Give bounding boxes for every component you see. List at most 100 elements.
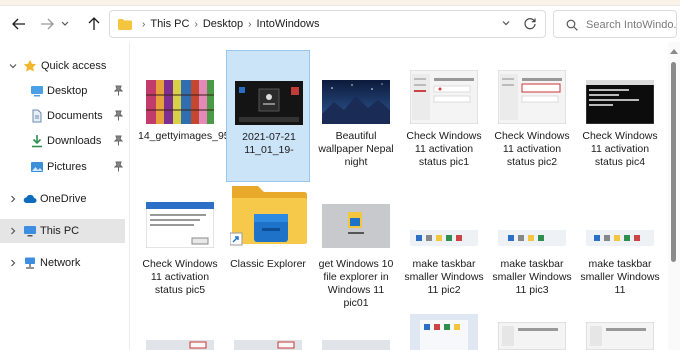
chevron-right-icon[interactable] xyxy=(8,194,18,204)
file-item[interactable]: Check Windows 11 activation status pic5 xyxy=(138,182,222,314)
file-name: Check Windows 11 activation status pic5 xyxy=(142,258,218,296)
sidebar-item-documents[interactable]: Documents xyxy=(0,104,125,128)
arrow-right-icon xyxy=(41,18,54,30)
file-name: make taskbar smaller Windows 11 xyxy=(580,258,660,296)
file-item[interactable]: get Windows 10 file explorer in Windows … xyxy=(314,182,398,314)
image-thumbnail xyxy=(586,80,654,124)
chevron-right-icon[interactable] xyxy=(8,226,18,236)
file-name: make taskbar smaller Windows 11 pic3 xyxy=(492,258,572,296)
breadcrumb: › This PC › Desktop › IntoWindows xyxy=(137,18,320,30)
file-item[interactable]: make taskbar smaller Windows 11 pic3 xyxy=(490,182,574,314)
sidebar-item-label: Downloads xyxy=(47,135,102,147)
address-dropdown-icon[interactable] xyxy=(501,18,511,28)
forward-button[interactable] xyxy=(36,14,58,34)
file-name: Classic Explorer xyxy=(230,258,306,270)
image-thumbnail xyxy=(146,80,214,124)
back-button[interactable] xyxy=(8,14,30,34)
sidebar-item-onedrive[interactable]: OneDrive xyxy=(0,187,125,211)
desktop-icon xyxy=(31,86,43,97)
image-thumbnail xyxy=(586,230,654,246)
sidebar-item-this-pc[interactable]: This PC xyxy=(0,219,125,243)
cloud-icon xyxy=(23,194,37,204)
file-grid: 14_gettyimages_950027050_resized 2021-07… xyxy=(130,42,668,350)
shortcut-folder-icon xyxy=(229,182,308,248)
up-button[interactable] xyxy=(83,14,105,34)
file-name: make taskbar smaller Windows 11 pic2 xyxy=(404,258,484,296)
file-item[interactable]: make taskbar smaller Windows 11 pic2 xyxy=(402,182,486,314)
file-item[interactable]: Check Windows 11 activation status pic4 xyxy=(578,50,662,182)
sidebar-item-network[interactable]: Network xyxy=(0,251,125,275)
file-item[interactable]: Check Windows 11 activation status pic2 xyxy=(490,50,574,182)
folder-icon xyxy=(118,19,132,30)
breadcrumb-item-this-pc[interactable]: This PC xyxy=(150,18,189,30)
image-thumbnail xyxy=(586,322,654,350)
arrow-left-icon xyxy=(12,18,25,30)
arrow-up-icon xyxy=(88,17,100,30)
image-thumbnail xyxy=(235,81,303,125)
file-item[interactable] xyxy=(578,316,662,350)
image-thumbnail xyxy=(146,202,214,248)
pin-icon[interactable] xyxy=(114,110,123,121)
image-thumbnail xyxy=(234,340,302,350)
sidebar-item-label: Quick access xyxy=(41,60,107,72)
vertical-scrollbar[interactable] xyxy=(668,42,680,350)
star-icon xyxy=(23,59,37,72)
search-box[interactable]: Search IntoWindo... xyxy=(553,10,677,38)
file-item[interactable] xyxy=(226,316,310,350)
chevron-down-icon xyxy=(61,21,69,26)
network-icon xyxy=(25,257,35,269)
image-thumbnail xyxy=(146,340,214,350)
image-thumbnail xyxy=(322,80,390,124)
file-item[interactable] xyxy=(490,316,574,350)
file-name: Check Windows 11 activation status pic4 xyxy=(582,130,658,168)
document-icon xyxy=(32,109,42,123)
sidebar-item-quick-access[interactable]: Quick access xyxy=(0,54,125,78)
chevron-right-icon: › xyxy=(248,18,252,30)
image-thumbnail xyxy=(410,70,478,124)
breadcrumb-item-intowindows[interactable]: IntoWindows xyxy=(257,18,320,30)
scroll-up-arrow-icon[interactable] xyxy=(670,48,678,54)
file-item[interactable]: make taskbar smaller Windows 11 xyxy=(578,182,662,314)
image-thumbnail xyxy=(410,314,478,350)
file-name: Beautiful wallpaper Nepal night xyxy=(318,130,394,168)
sidebar-item-label: Documents xyxy=(47,110,103,122)
file-item[interactable]: Beautiful wallpaper Nepal night xyxy=(314,50,398,182)
file-name: 14_gettyimages_950027050_resized xyxy=(138,130,311,142)
file-item[interactable] xyxy=(138,316,222,350)
file-item[interactable]: Check Windows 11 activation status pic1 xyxy=(402,50,486,182)
pictures-icon xyxy=(31,162,43,172)
sidebar-item-label: OneDrive xyxy=(40,193,87,205)
image-thumbnail xyxy=(322,204,390,248)
file-item[interactable]: 14_gettyimages_950027050_resized xyxy=(138,50,311,182)
pin-icon[interactable] xyxy=(114,85,123,96)
file-item[interactable] xyxy=(402,314,486,350)
address-bar[interactable]: › This PC › Desktop › IntoWindows xyxy=(109,10,546,38)
search-placeholder: Search IntoWindo... xyxy=(586,19,677,31)
file-item-selected[interactable]: 2021-07-21 11_01_19- xyxy=(226,50,310,182)
chevron-right-icon: › xyxy=(142,18,146,30)
sidebar-item-label: Desktop xyxy=(47,85,88,97)
file-name: 2021-07-21 11_01_19- xyxy=(242,131,296,156)
pin-icon[interactable] xyxy=(114,135,123,146)
download-icon xyxy=(32,135,42,148)
chevron-right-icon[interactable] xyxy=(8,258,18,268)
chevron-down-icon[interactable] xyxy=(8,61,18,71)
image-thumbnail xyxy=(498,322,566,350)
computer-icon xyxy=(24,226,36,237)
sidebar-item-downloads[interactable]: Downloads xyxy=(0,129,125,153)
navigation-pane: Quick access Desktop Documents Downloads… xyxy=(0,42,130,350)
image-thumbnail xyxy=(322,340,390,350)
recent-locations-button[interactable] xyxy=(58,14,72,34)
scrollbar-thumb[interactable] xyxy=(671,62,676,262)
refresh-icon[interactable] xyxy=(523,17,537,31)
file-item[interactable] xyxy=(314,316,398,350)
sidebar-item-label: Network xyxy=(40,257,81,269)
sidebar-item-desktop[interactable]: Desktop xyxy=(0,79,125,103)
image-thumbnail xyxy=(410,230,478,246)
breadcrumb-item-desktop[interactable]: Desktop xyxy=(203,18,243,30)
pin-icon[interactable] xyxy=(114,161,123,172)
sidebar-item-pictures[interactable]: Pictures xyxy=(0,155,125,179)
sidebar-item-label: Pictures xyxy=(47,161,87,173)
file-item[interactable]: Classic Explorer xyxy=(226,182,310,314)
image-thumbnail xyxy=(498,70,566,124)
